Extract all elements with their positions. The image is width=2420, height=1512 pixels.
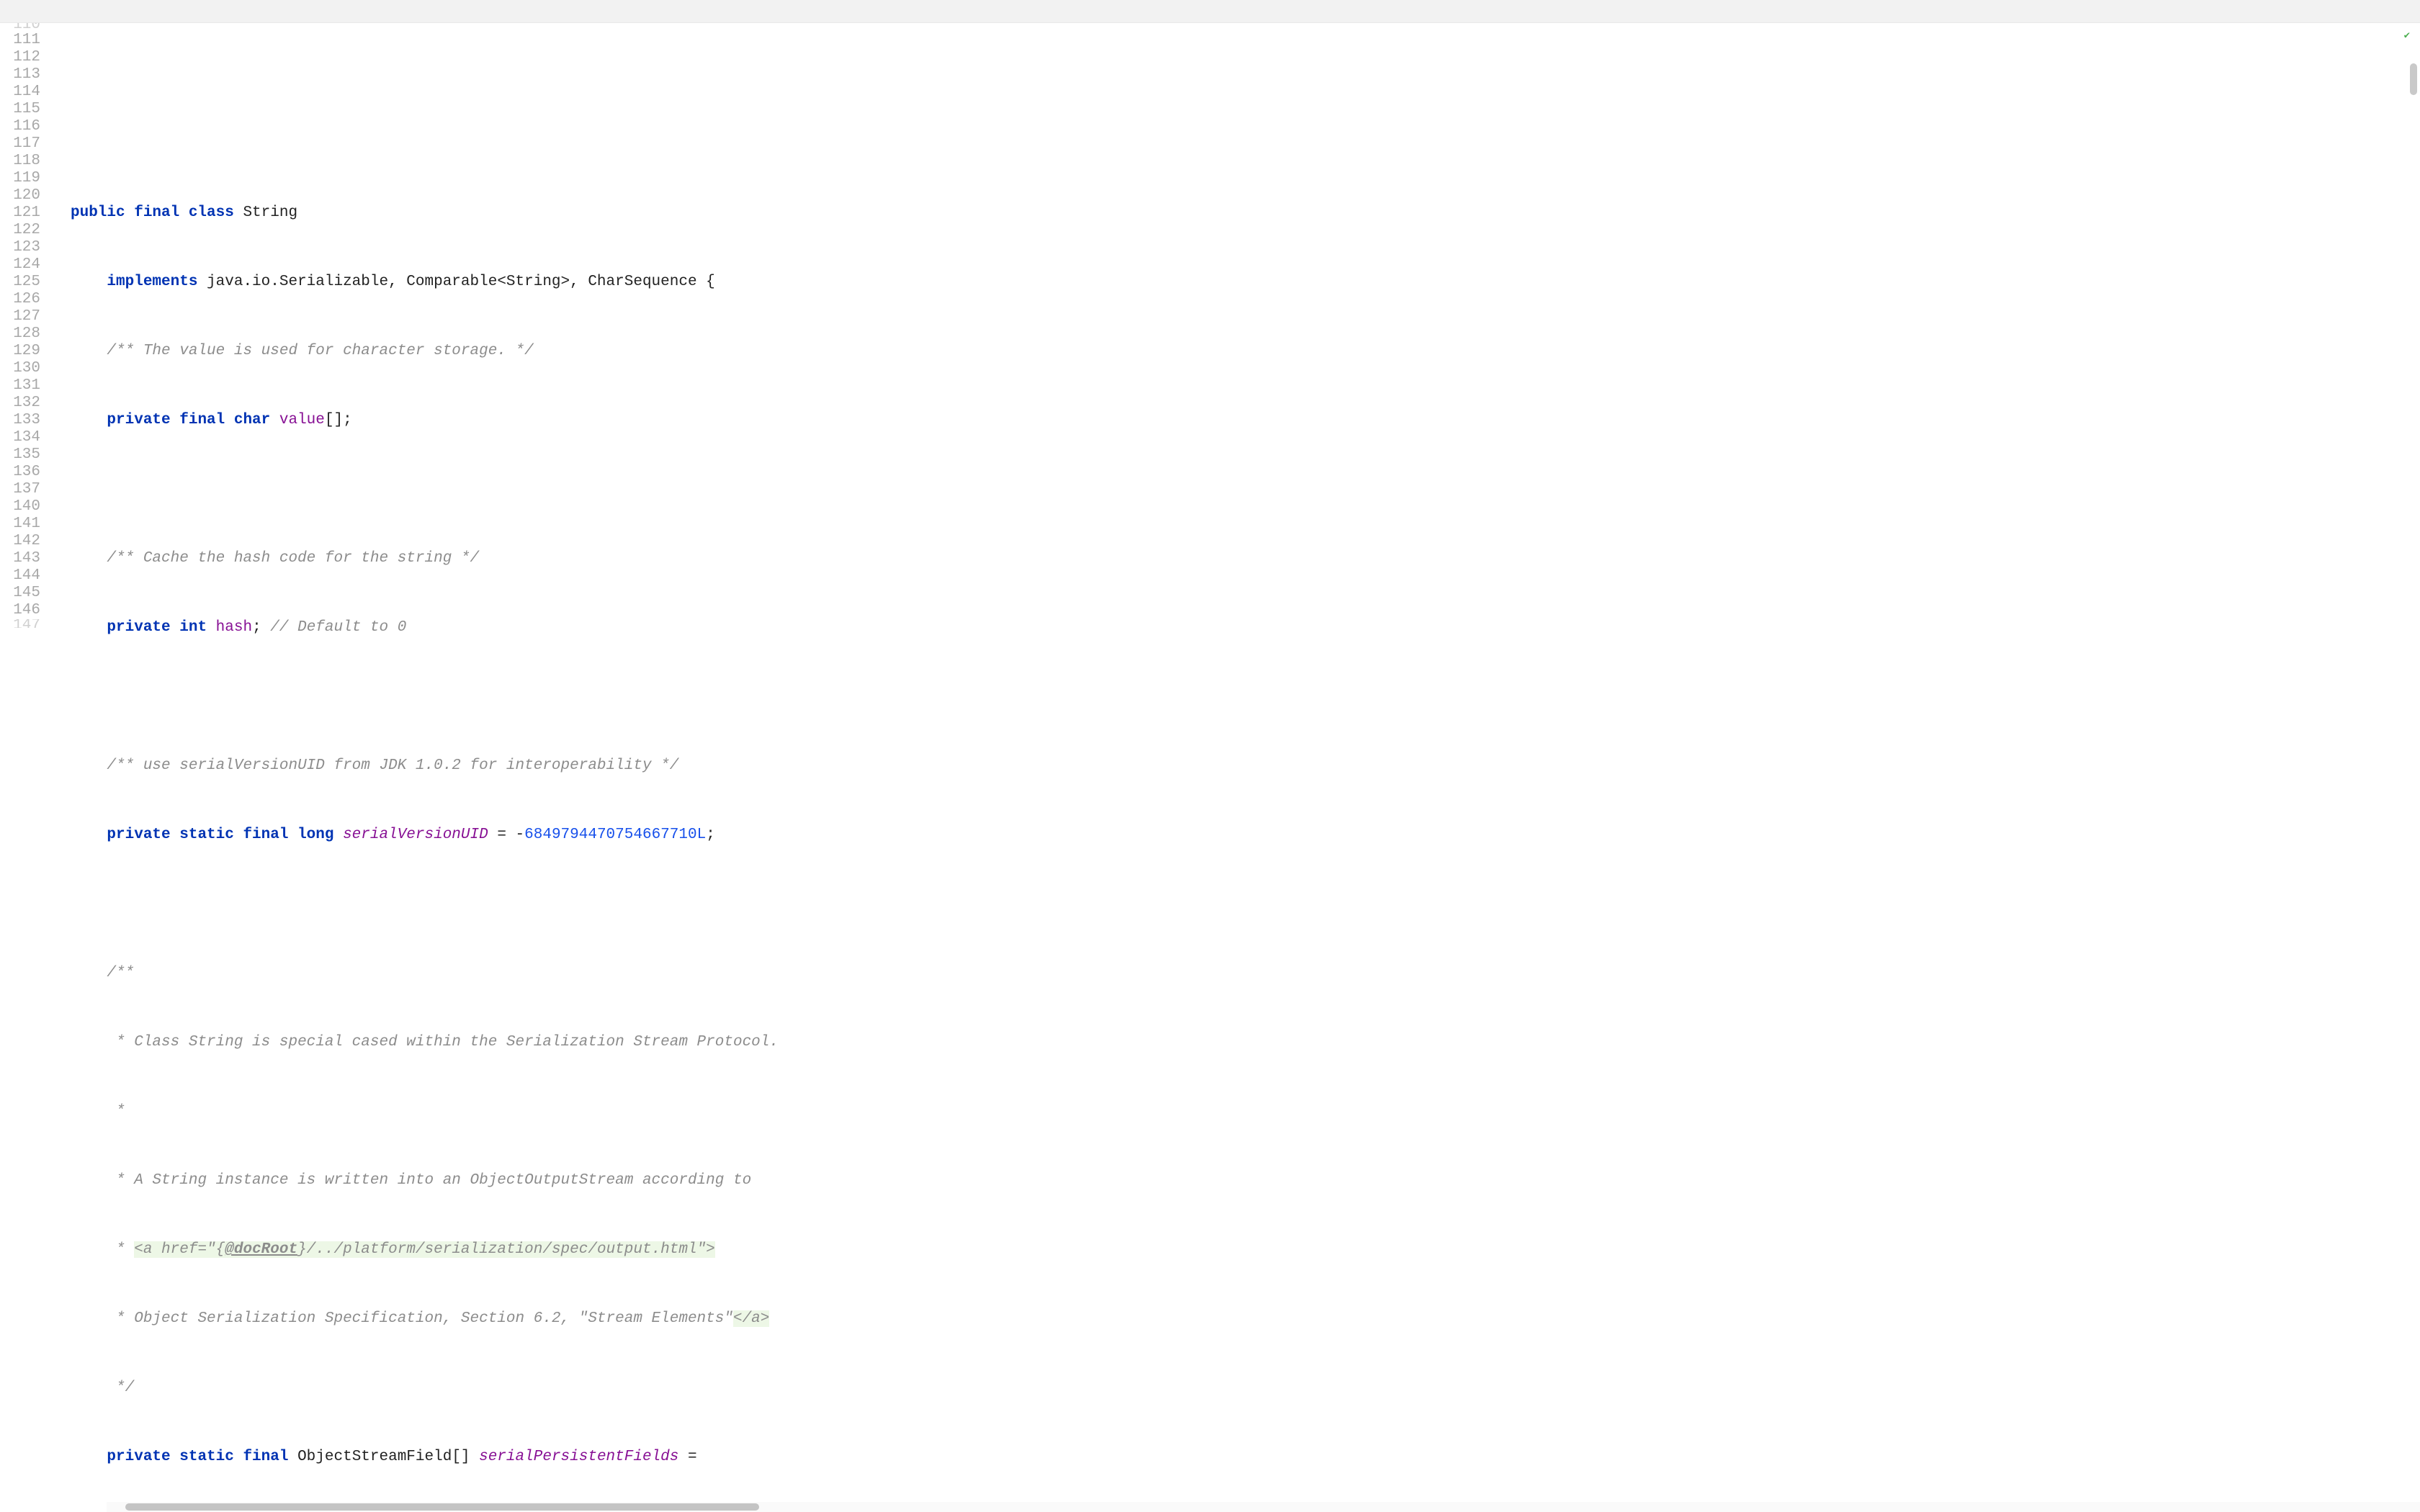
line-number: 133 bbox=[0, 412, 40, 429]
javadoc-comment: /** use serialVersionUID from JDK 1.0.2 … bbox=[107, 757, 678, 774]
code-line: /** The value is used for character stor… bbox=[53, 343, 2420, 360]
code-line: /** Cache the hash code for the string *… bbox=[53, 550, 2420, 567]
line-number: 131 bbox=[0, 377, 40, 395]
line-number: 124 bbox=[0, 256, 40, 274]
line-number: 126 bbox=[0, 291, 40, 308]
line-number: 130 bbox=[0, 360, 40, 377]
code-line: private static final ObjectStreamField[]… bbox=[53, 1449, 2420, 1466]
code-text: java.io.Serializable, Comparable<String>… bbox=[207, 274, 715, 290]
line-number: 136 bbox=[0, 464, 40, 481]
javadoc-comment: /** bbox=[107, 965, 134, 981]
code-line: * <a href="{@docRoot}/../platform/serial… bbox=[53, 1241, 2420, 1259]
line-number: 128 bbox=[0, 325, 40, 343]
javadoc-tag: @docRoot bbox=[225, 1241, 297, 1258]
line-number: 135 bbox=[0, 446, 40, 464]
line-number: 122 bbox=[0, 222, 40, 239]
line-number: 144 bbox=[0, 567, 40, 585]
line-number: 147 bbox=[0, 619, 40, 628]
line-number: 119 bbox=[0, 170, 40, 187]
line-number: 142 bbox=[0, 533, 40, 550]
line-number: 129 bbox=[0, 343, 40, 360]
javadoc-html-tag: <a href="{ bbox=[134, 1241, 225, 1258]
line-number: 117 bbox=[0, 135, 40, 153]
code-line: public final class String bbox=[53, 204, 2420, 222]
line-number: 110 bbox=[0, 23, 40, 32]
field-name: serialVersionUID bbox=[343, 827, 488, 843]
javadoc-comment: */ bbox=[107, 1380, 134, 1396]
javadoc-comment: * bbox=[107, 1103, 125, 1120]
code-line: private int hash; // Default to 0 bbox=[53, 619, 2420, 636]
code-text: []; bbox=[325, 412, 352, 428]
line-number: 141 bbox=[0, 516, 40, 533]
line-number: 111 bbox=[0, 32, 40, 49]
field-name: serialPersistentFields bbox=[479, 1449, 678, 1465]
line-number: 114 bbox=[0, 84, 40, 101]
line-number: 140 bbox=[0, 498, 40, 516]
field-name: hash bbox=[216, 619, 252, 636]
line-number: 118 bbox=[0, 153, 40, 170]
inspection-ok-icon[interactable]: ✔ bbox=[2404, 27, 2410, 45]
code-line: */ bbox=[53, 1380, 2420, 1397]
javadoc-html-tag: }/../platform/serialization/spec/output.… bbox=[297, 1241, 715, 1258]
line-number: 113 bbox=[0, 66, 40, 84]
keyword: private final char bbox=[107, 412, 279, 428]
line-number: 120 bbox=[0, 187, 40, 204]
line-number: 115 bbox=[0, 101, 40, 118]
code-line: * Class String is special cased within t… bbox=[53, 1034, 2420, 1051]
javadoc-comment: /** Cache the hash code for the string *… bbox=[107, 550, 479, 567]
line-number-gutter: 110 111112113114115116117118119120121122… bbox=[0, 23, 53, 1512]
line-number: 127 bbox=[0, 308, 40, 325]
line-number: 123 bbox=[0, 239, 40, 256]
horizontal-scrollbar-track[interactable] bbox=[107, 1502, 2420, 1512]
line-number: 132 bbox=[0, 395, 40, 412]
javadoc-comment: * Object Serialization Specification, Se… bbox=[107, 1310, 733, 1327]
javadoc-comment: * A String instance is written into an O… bbox=[107, 1172, 751, 1189]
line-comment: // Default to 0 bbox=[270, 619, 406, 636]
code-text: = - bbox=[488, 827, 524, 843]
code-line: /** bbox=[53, 965, 2420, 982]
keyword: public final class bbox=[71, 204, 243, 221]
code-line: implements java.io.Serializable, Compara… bbox=[53, 274, 2420, 291]
code-area[interactable]: ✔ public final class String implements j… bbox=[53, 23, 2420, 1512]
code-line: * Object Serialization Specification, Se… bbox=[53, 1310, 2420, 1328]
code-line: * bbox=[53, 1103, 2420, 1120]
code-line: * A String instance is written into an O… bbox=[53, 1172, 2420, 1189]
javadoc-html-tag: </a> bbox=[733, 1310, 769, 1327]
code-line bbox=[53, 688, 2420, 706]
code-line bbox=[53, 481, 2420, 498]
keyword: private static final bbox=[107, 1449, 297, 1465]
code-text: ObjectStreamField[] bbox=[297, 1449, 479, 1465]
javadoc-comment: * bbox=[107, 1241, 134, 1258]
code-text: ; bbox=[252, 619, 270, 636]
line-number: 143 bbox=[0, 550, 40, 567]
code-text: ; bbox=[706, 827, 715, 843]
keyword: implements bbox=[107, 274, 207, 290]
keyword: private int bbox=[107, 619, 215, 636]
javadoc-comment: /** The value is used for character stor… bbox=[107, 343, 533, 359]
line-number: 112 bbox=[0, 49, 40, 66]
line-number: 121 bbox=[0, 204, 40, 222]
line-number: 146 bbox=[0, 602, 40, 619]
code-editor[interactable]: 110 111112113114115116117118119120121122… bbox=[0, 23, 2420, 1512]
code-text: = bbox=[678, 1449, 696, 1465]
horizontal-scrollbar-thumb[interactable] bbox=[125, 1503, 759, 1511]
line-number: 125 bbox=[0, 274, 40, 291]
javadoc-comment: * Class String is special cased within t… bbox=[107, 1034, 779, 1050]
keyword: private static final long bbox=[107, 827, 343, 843]
line-number: 116 bbox=[0, 118, 40, 135]
field-name: value bbox=[279, 412, 325, 428]
class-name: String bbox=[243, 204, 297, 221]
vertical-scrollbar-thumb[interactable] bbox=[2410, 63, 2417, 95]
code-line bbox=[53, 896, 2420, 913]
line-number: 137 bbox=[0, 481, 40, 498]
number-literal: 6849794470754667710L bbox=[524, 827, 706, 843]
code-line: private final char value[]; bbox=[53, 412, 2420, 429]
editor-toolbar-strip bbox=[0, 0, 2420, 23]
line-number: 145 bbox=[0, 585, 40, 602]
code-line: /** use serialVersionUID from JDK 1.0.2 … bbox=[53, 757, 2420, 775]
line-number: 134 bbox=[0, 429, 40, 446]
code-line: private static final long serialVersionU… bbox=[53, 827, 2420, 844]
